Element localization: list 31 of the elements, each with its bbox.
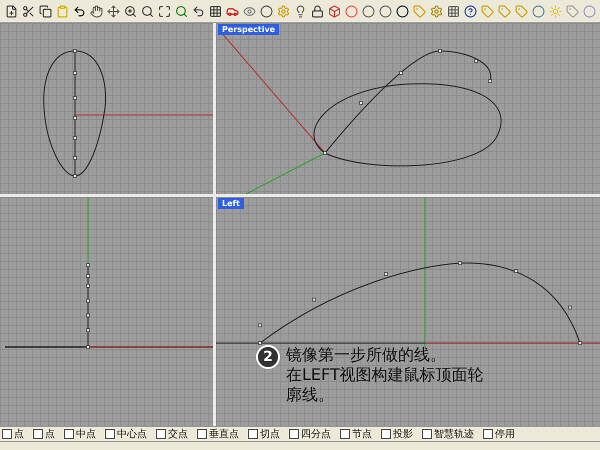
checkbox[interactable] (248, 429, 258, 439)
checkbox-label: 点 (45, 428, 55, 441)
checkbox[interactable] (156, 429, 166, 439)
viewport-title[interactable]: Perspective (218, 24, 280, 35)
checkbox[interactable] (289, 429, 299, 439)
checkbox-label: 中点 (76, 428, 96, 441)
checkbox-label: 交点 (168, 428, 188, 441)
checkbox-label: 停用 (495, 428, 515, 441)
checkbox-label: 四分点 (301, 428, 331, 441)
instruction-text: 镜像第一步所做的线。 (286, 345, 447, 365)
checkbox[interactable] (64, 429, 74, 439)
viewport[interactable]: Perspective (216, 23, 600, 194)
instruction-text: 在LEFT视图构建鼠标顶面轮廓线。 (286, 365, 485, 405)
checkbox[interactable] (2, 429, 12, 439)
viewport-title[interactable]: Left (218, 198, 244, 209)
step-number: 2 (256, 345, 280, 369)
checkbox[interactable] (197, 429, 207, 439)
checkbox-label: 垂直点 (209, 428, 239, 441)
checkbox[interactable] (340, 429, 350, 439)
checkbox-label: 智慧轨迹 (434, 428, 474, 441)
viewport[interactable]: Left 2 镜像第一步所做的线。 在LEFT视图构建鼠标顶面轮廓线。 (216, 197, 600, 426)
checkbox[interactable] (105, 429, 115, 439)
checkbox[interactable] (422, 429, 432, 439)
checkbox-label: 投影 (393, 428, 413, 441)
checkbox-label: 点 (14, 428, 24, 441)
checkbox-label: 中心点 (117, 428, 147, 441)
checkbox-label: 切点 (260, 428, 280, 441)
checkbox[interactable] (381, 429, 391, 439)
checkbox[interactable] (483, 429, 493, 439)
checkbox[interactable] (33, 429, 43, 439)
checkbox-label: 节点 (352, 428, 372, 441)
